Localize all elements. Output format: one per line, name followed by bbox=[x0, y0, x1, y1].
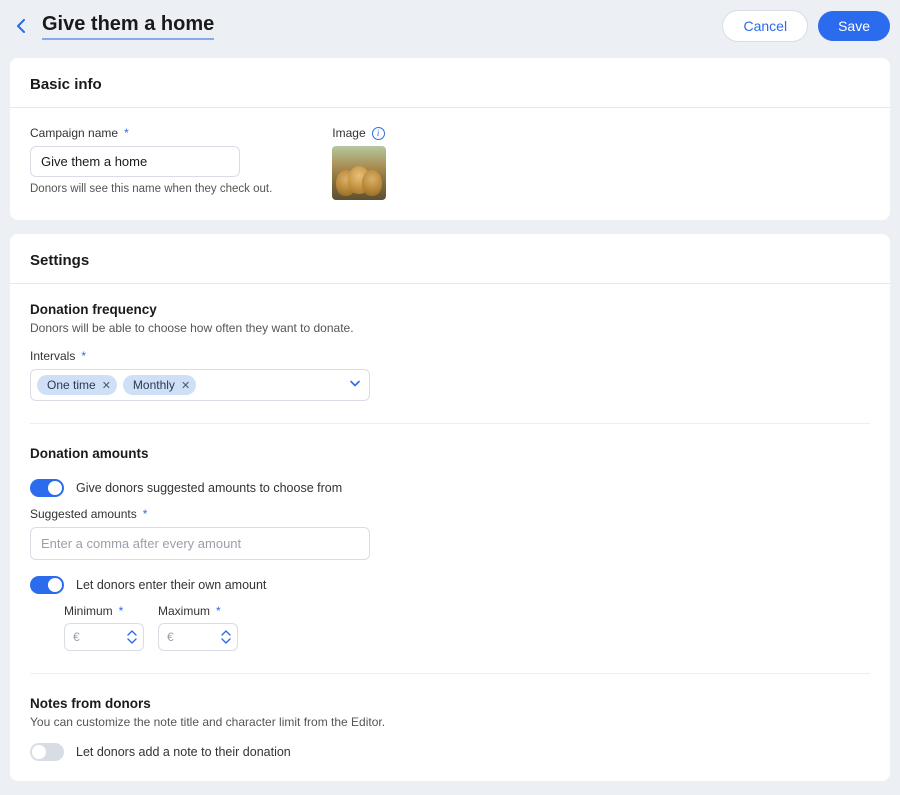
own-amount-toggle[interactable] bbox=[30, 576, 64, 594]
info-icon[interactable]: i bbox=[372, 127, 385, 140]
page-title: Give them a home bbox=[42, 13, 214, 40]
divider bbox=[30, 423, 870, 424]
interval-chip-label: Monthly bbox=[133, 378, 175, 392]
intervals-select[interactable]: One time ✕ Monthly ✕ bbox=[30, 369, 370, 401]
required-star: * bbox=[81, 349, 86, 363]
divider bbox=[30, 673, 870, 674]
suggested-amounts-toggle-label: Give donors suggested amounts to choose … bbox=[76, 481, 342, 495]
interval-chip: One time ✕ bbox=[37, 375, 117, 395]
donation-frequency-desc: Donors will be able to choose how often … bbox=[30, 321, 870, 335]
suggested-amounts-toggle[interactable] bbox=[30, 479, 64, 497]
notes-toggle-label: Let donors add a note to their donation bbox=[76, 745, 291, 759]
chip-remove-icon[interactable]: ✕ bbox=[102, 379, 111, 392]
cancel-button[interactable]: Cancel bbox=[722, 10, 808, 42]
campaign-name-input[interactable] bbox=[30, 146, 240, 177]
settings-title: Settings bbox=[10, 234, 890, 284]
maximum-input[interactable] bbox=[174, 630, 217, 644]
intervals-label: Intervals bbox=[30, 349, 75, 363]
basic-info-title: Basic info bbox=[10, 58, 890, 108]
suggested-amounts-label: Suggested amounts bbox=[30, 507, 137, 521]
currency-prefix: € bbox=[73, 630, 80, 644]
stepper-down-icon[interactable] bbox=[127, 637, 137, 645]
basic-info-card: Basic info Campaign name * Donors will s… bbox=[10, 58, 890, 220]
save-button[interactable]: Save bbox=[818, 11, 890, 41]
image-label: Image bbox=[332, 126, 365, 140]
suggested-amounts-input[interactable] bbox=[30, 527, 370, 560]
currency-prefix: € bbox=[167, 630, 174, 644]
image-field: Image i bbox=[332, 126, 386, 200]
minimum-label: Minimum bbox=[64, 604, 113, 618]
notes-title: Notes from donors bbox=[30, 696, 870, 711]
donation-amounts-title: Donation amounts bbox=[30, 446, 870, 461]
chevron-down-icon[interactable] bbox=[349, 378, 361, 393]
back-button[interactable] bbox=[10, 15, 32, 37]
donation-frequency-title: Donation frequency bbox=[30, 302, 870, 317]
own-amount-toggle-label: Let donors enter their own amount bbox=[76, 578, 266, 592]
stepper-up-icon[interactable] bbox=[221, 629, 231, 637]
required-star: * bbox=[216, 604, 221, 618]
required-star: * bbox=[119, 604, 124, 618]
campaign-image-thumbnail[interactable] bbox=[332, 146, 386, 200]
campaign-name-help: Donors will see this name when they chec… bbox=[30, 183, 272, 195]
minimum-input[interactable] bbox=[80, 630, 123, 644]
notes-toggle[interactable] bbox=[30, 743, 64, 761]
stepper-up-icon[interactable] bbox=[127, 629, 137, 637]
campaign-name-field: Campaign name * Donors will see this nam… bbox=[30, 126, 272, 195]
notes-desc: You can customize the note title and cha… bbox=[30, 715, 870, 729]
settings-card: Settings Donation frequency Donors will … bbox=[10, 234, 890, 781]
required-star: * bbox=[124, 126, 129, 140]
interval-chip-label: One time bbox=[47, 378, 96, 392]
maximum-label: Maximum bbox=[158, 604, 210, 618]
maximum-field: Maximum * € bbox=[158, 604, 238, 651]
stepper-down-icon[interactable] bbox=[221, 637, 231, 645]
chip-remove-icon[interactable]: ✕ bbox=[181, 379, 190, 392]
campaign-name-label: Campaign name bbox=[30, 126, 118, 140]
interval-chip: Monthly ✕ bbox=[123, 375, 196, 395]
minimum-field: Minimum * € bbox=[64, 604, 144, 651]
required-star: * bbox=[143, 507, 148, 521]
chevron-left-icon bbox=[16, 19, 26, 33]
